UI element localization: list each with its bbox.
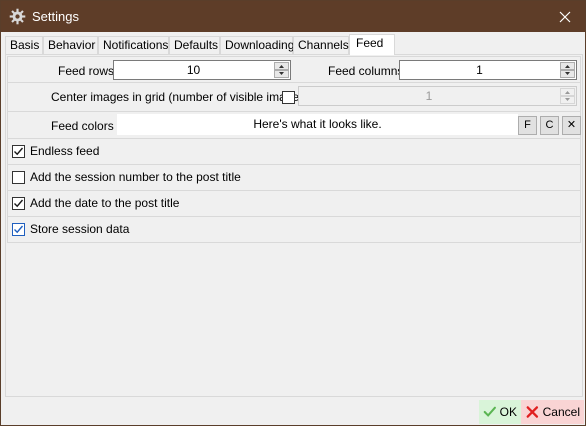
tab-defaults[interactable]: Defaults (169, 36, 220, 54)
feed-rows-up-button[interactable] (274, 62, 289, 70)
option-add-date[interactable]: Add the date to the post title (7, 191, 581, 217)
font-color-button[interactable]: F (518, 116, 537, 135)
feed-columns-value: 1 (476, 63, 483, 77)
title-bar: Settings (1, 1, 585, 32)
arrow-up-icon (565, 65, 570, 68)
store-session-checkbox[interactable] (12, 223, 25, 236)
feed-colors-row: Feed colors Here's what it looks like. F… (7, 112, 581, 139)
color-button[interactable]: C (540, 116, 559, 135)
option-store-session[interactable]: Store session data (7, 217, 581, 243)
tab-notifications[interactable]: Notifications (98, 36, 169, 54)
center-images-checkbox[interactable] (282, 91, 295, 104)
center-images-stepper[interactable]: 1 (298, 86, 577, 106)
close-icon (559, 11, 571, 22)
tab-channels[interactable]: Channels (293, 36, 349, 54)
center-images-label: Center images in grid (number of visible… (51, 90, 310, 104)
feed-columns-down-button[interactable] (560, 70, 575, 78)
feed-rows-down-button[interactable] (274, 70, 289, 78)
clear-colors-button[interactable]: ✕ (562, 116, 581, 135)
center-images-value: 1 (425, 89, 433, 103)
session-number-checkbox[interactable] (12, 171, 25, 184)
add-date-label: Add the date to the post title (30, 196, 180, 210)
close-button[interactable] (545, 1, 585, 32)
feed-colors-label: Feed colors (51, 119, 114, 133)
checkmark-icon (14, 225, 24, 234)
option-endless-feed[interactable]: Endless feed (7, 139, 581, 165)
center-images-up-button[interactable] (560, 88, 575, 96)
cancel-button[interactable]: Cancel (521, 400, 584, 424)
feed-columns-label: Feed columns (328, 64, 404, 78)
checkmark-icon (483, 406, 496, 417)
add-date-checkbox[interactable] (12, 197, 25, 210)
window-title: Settings (32, 9, 79, 24)
cancel-label: Cancel (542, 405, 580, 419)
tab-strip: Basis Behavior Notifications Defaults Do… (5, 34, 583, 55)
feed-colors-preview: Here's what it looks like. (117, 114, 518, 135)
center-images-down-button[interactable] (560, 96, 575, 104)
checkmark-icon (14, 199, 24, 208)
session-number-label: Add the session number to the post title (30, 170, 241, 184)
cross-icon (526, 406, 539, 418)
endless-feed-label: Endless feed (30, 144, 100, 158)
arrow-down-icon (565, 98, 570, 101)
settings-window: Settings Basis Behavior Notifications De… (0, 0, 586, 426)
feed-rows-stepper[interactable]: 10 (113, 60, 291, 80)
tab-feed[interactable]: Feed (349, 34, 395, 55)
feed-panel: Feed rows 10 Feed columns 1 Center image… (5, 54, 583, 397)
tab-behavior[interactable]: Behavior (43, 36, 98, 54)
arrow-up-icon (279, 65, 284, 68)
ok-label: OK (499, 405, 517, 419)
arrow-up-icon (565, 91, 570, 94)
feed-columns-up-button[interactable] (560, 62, 575, 70)
ok-button[interactable]: OK (479, 400, 521, 424)
endless-feed-checkbox[interactable] (12, 145, 25, 158)
center-images-row: Center images in grid (number of visible… (7, 83, 581, 112)
feed-rows-value: 10 (186, 63, 201, 77)
feed-columns-stepper[interactable]: 1 (399, 60, 577, 80)
store-session-label: Store session data (30, 222, 130, 236)
tab-basis[interactable]: Basis (5, 36, 43, 54)
option-session-number[interactable]: Add the session number to the post title (7, 165, 581, 191)
feed-rows-label: Feed rows (58, 64, 115, 78)
feed-size-row: Feed rows 10 Feed columns 1 (7, 56, 581, 83)
arrow-down-icon (279, 72, 284, 75)
checkmark-icon (14, 147, 24, 156)
tab-downloading[interactable]: Downloading (220, 36, 294, 54)
gear-icon (9, 8, 26, 25)
arrow-down-icon (565, 72, 570, 75)
